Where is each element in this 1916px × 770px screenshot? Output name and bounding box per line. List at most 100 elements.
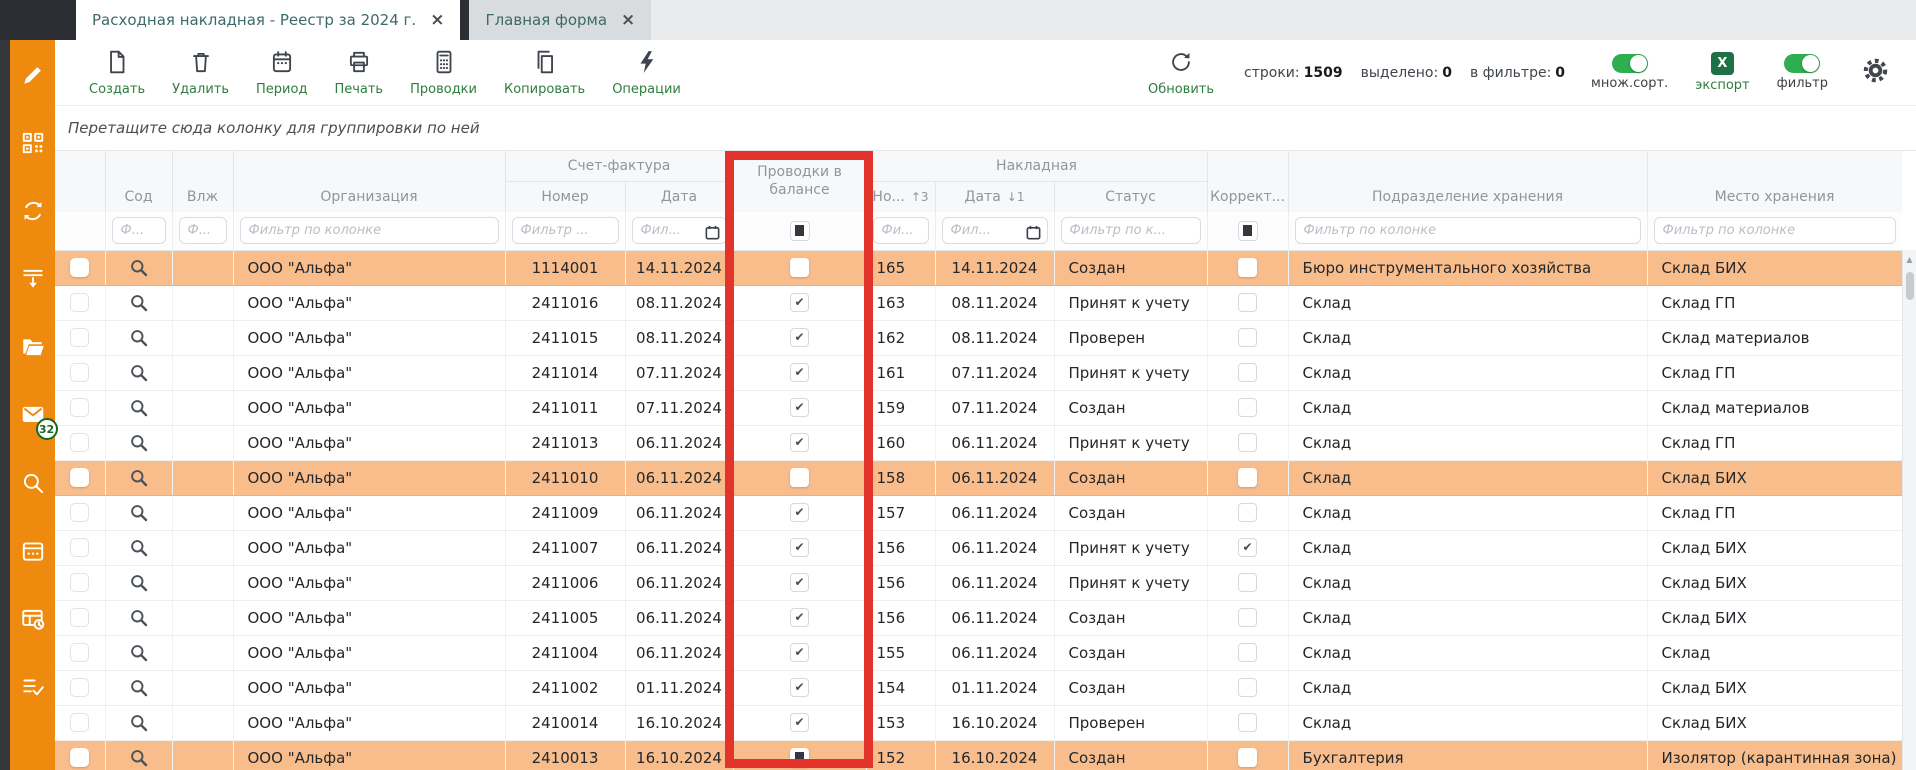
- table-row[interactable]: ООО "Альфа"241101006.11.202415806.11.202…: [55, 460, 1902, 495]
- group-drop-zone[interactable]: Перетащите сюда колонку для группировки …: [55, 106, 1916, 151]
- col-header-invoice-number[interactable]: Номер: [505, 181, 625, 212]
- posted-checkbox[interactable]: ✔: [790, 643, 809, 662]
- posted-checkbox[interactable]: [790, 748, 809, 767]
- posted-checkbox[interactable]: ✔: [790, 538, 809, 557]
- posted-checkbox[interactable]: ✔: [790, 398, 809, 417]
- toggle-on-icon[interactable]: [1612, 54, 1648, 73]
- table-row[interactable]: ООО "Альфа"241101508.11.2024✔16208.11.20…: [55, 320, 1902, 355]
- magnifier-icon[interactable]: [129, 748, 149, 768]
- table-row[interactable]: ООО "Альфа"241100706.11.2024✔15606.11.20…: [55, 530, 1902, 565]
- filter-waybill-number-input[interactable]: [873, 217, 929, 244]
- filter-correction-checkbox[interactable]: [1238, 221, 1258, 241]
- refresh-button[interactable]: Обновить: [1148, 49, 1214, 97]
- posted-checkbox[interactable]: ✔: [790, 293, 809, 312]
- table-row[interactable]: ООО "Альфа"241100906.11.2024✔15706.11.20…: [55, 495, 1902, 530]
- checklist-icon[interactable]: [20, 674, 46, 700]
- folder-icon[interactable]: [20, 334, 46, 360]
- magnifier-icon[interactable]: [129, 363, 149, 383]
- scrollbar[interactable]: ▲: [1902, 250, 1916, 770]
- row-select-checkbox[interactable]: [70, 503, 89, 522]
- posted-checkbox[interactable]: ✔: [790, 363, 809, 382]
- delete-button[interactable]: Удалить: [172, 49, 229, 97]
- calendar-icon[interactable]: [20, 538, 46, 564]
- magnifier-icon[interactable]: [129, 468, 149, 488]
- search-icon[interactable]: [20, 470, 46, 496]
- sync-icon[interactable]: [20, 198, 46, 224]
- correction-checkbox[interactable]: [1238, 608, 1257, 627]
- magnifier-icon[interactable]: [129, 293, 149, 313]
- correction-checkbox[interactable]: [1238, 328, 1257, 347]
- table-row[interactable]: ООО "Альфа"241101306.11.2024✔16006.11.20…: [55, 425, 1902, 460]
- magnifier-icon[interactable]: [129, 433, 149, 453]
- filter-status-input[interactable]: [1061, 217, 1201, 244]
- magnifier-icon[interactable]: [129, 258, 149, 278]
- posted-checkbox[interactable]: ✔: [790, 503, 809, 522]
- table-row[interactable]: ООО "Альфа"241100406.11.2024✔15506.11.20…: [55, 635, 1902, 670]
- magnifier-icon[interactable]: [129, 538, 149, 558]
- magnifier-icon[interactable]: [129, 398, 149, 418]
- row-select-checkbox[interactable]: [70, 538, 89, 557]
- posted-checkbox[interactable]: ✔: [790, 678, 809, 697]
- row-select-checkbox[interactable]: [70, 608, 89, 627]
- print-button[interactable]: Печать: [334, 49, 383, 97]
- correction-checkbox[interactable]: [1238, 468, 1257, 487]
- table-row[interactable]: ООО "Альфа"241100201.11.2024✔15401.11.20…: [55, 670, 1902, 705]
- tab-invoice-register[interactable]: Расходная накладная - Реестр за 2024 г. …: [76, 0, 460, 40]
- col-header-waybill-number[interactable]: Но...↑3: [866, 181, 935, 212]
- table-row[interactable]: ООО "Альфа"241001416.10.2024✔15316.10.20…: [55, 705, 1902, 740]
- correction-checkbox[interactable]: [1238, 293, 1257, 312]
- col-header-sod[interactable]: Сод: [105, 151, 172, 212]
- col-header-waybill-date[interactable]: Дата↓1: [935, 181, 1054, 212]
- col-header-status[interactable]: Статус: [1054, 181, 1207, 212]
- table-row[interactable]: ООО "Альфа"241100506.11.2024✔15606.11.20…: [55, 600, 1902, 635]
- posted-checkbox[interactable]: ✔: [790, 608, 809, 627]
- row-select-checkbox[interactable]: [70, 258, 89, 277]
- magnifier-icon[interactable]: [129, 678, 149, 698]
- export-button[interactable]: X экспорт: [1695, 52, 1749, 93]
- filter-posted-checkbox[interactable]: [790, 221, 810, 241]
- multi-sort-toggle[interactable]: множ.сорт.: [1591, 54, 1668, 91]
- pencil-icon[interactable]: [20, 62, 46, 88]
- row-select-checkbox[interactable]: [70, 363, 89, 382]
- filter-vlzh-input[interactable]: [179, 217, 227, 244]
- magnifier-icon[interactable]: [129, 503, 149, 523]
- table-row[interactable]: ООО "Альфа"111400114.11.202416514.11.202…: [55, 250, 1902, 285]
- close-icon[interactable]: ×: [621, 12, 635, 29]
- period-button[interactable]: Период: [256, 49, 307, 97]
- filter-invoice-number-input[interactable]: [512, 217, 619, 244]
- correction-checkbox[interactable]: [1238, 678, 1257, 697]
- magnifier-icon[interactable]: [129, 713, 149, 733]
- row-select-checkbox[interactable]: [70, 328, 89, 347]
- scrollbar-thumb[interactable]: [1906, 272, 1914, 300]
- correction-checkbox[interactable]: [1238, 363, 1257, 382]
- magnifier-icon[interactable]: [129, 608, 149, 628]
- scroll-up-icon[interactable]: ▲: [1906, 255, 1912, 264]
- filter-department-input[interactable]: [1295, 217, 1641, 244]
- correction-checkbox[interactable]: [1238, 503, 1257, 522]
- correction-checkbox[interactable]: [1238, 398, 1257, 417]
- calendar-icon[interactable]: [704, 224, 721, 241]
- row-select-checkbox[interactable]: [70, 748, 89, 767]
- col-header-vlzh[interactable]: Влж: [172, 151, 233, 212]
- row-select-checkbox[interactable]: [70, 433, 89, 452]
- posted-checkbox[interactable]: ✔: [790, 573, 809, 592]
- magnifier-icon[interactable]: [129, 328, 149, 348]
- filter-organization-input[interactable]: [240, 217, 499, 244]
- row-select-checkbox[interactable]: [70, 398, 89, 417]
- report-table-icon[interactable]: [20, 606, 46, 632]
- magnifier-icon[interactable]: [129, 573, 149, 593]
- posted-checkbox[interactable]: ✔: [790, 433, 809, 452]
- col-header-location[interactable]: Место хранения: [1647, 151, 1902, 212]
- close-icon[interactable]: ×: [430, 12, 444, 29]
- posted-checkbox[interactable]: [790, 258, 809, 277]
- table-row[interactable]: ООО "Альфа"241101608.11.2024✔16308.11.20…: [55, 285, 1902, 320]
- correction-checkbox[interactable]: [1238, 713, 1257, 732]
- table-row[interactable]: ООО "Альфа"241101407.11.2024✔16107.11.20…: [55, 355, 1902, 390]
- filter-location-input[interactable]: [1654, 217, 1896, 244]
- correction-checkbox[interactable]: [1238, 258, 1257, 277]
- col-header-posted[interactable]: Проводки в балансе: [733, 151, 866, 212]
- col-header-organization[interactable]: Организация: [233, 151, 505, 212]
- row-select-checkbox[interactable]: [70, 643, 89, 662]
- table-row[interactable]: ООО "Альфа"241100606.11.2024✔15606.11.20…: [55, 565, 1902, 600]
- col-header-correction[interactable]: Коррект...: [1207, 151, 1288, 212]
